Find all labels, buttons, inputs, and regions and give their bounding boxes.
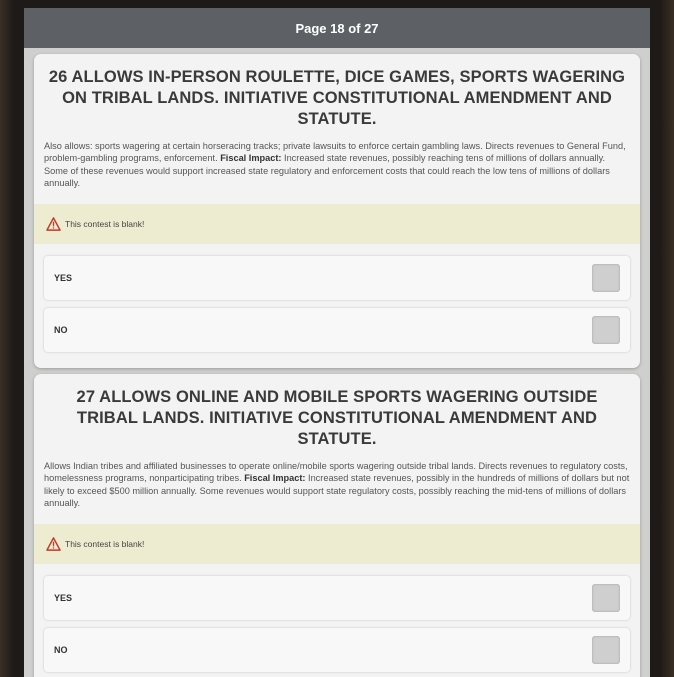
warning-text: This contest is blank! (65, 538, 145, 549)
blank-contest-warning: This contest is blank! (34, 203, 640, 244)
ballot-screen: Page 18 of 27 26 ALLOWS IN-PERSON ROULET… (24, 8, 650, 677)
contest-description: Also allows: sports wagering at certain … (44, 141, 626, 189)
warning-icon (46, 216, 61, 231)
option-label: NO (54, 644, 68, 655)
option-checkbox[interactable] (592, 635, 620, 664)
page-indicator-bar: Page 18 of 27 (24, 8, 650, 48)
option-label: YES (54, 592, 73, 603)
blank-contest-warning: This contest is blank! (34, 523, 640, 564)
page-indicator: Page 18 of 27 (295, 20, 379, 36)
option-checkbox[interactable] (592, 315, 620, 344)
option-no[interactable]: NO (44, 627, 630, 672)
contest-title: 27 ALLOWS ONLINE AND MOBILE SPORTS WAGER… (76, 388, 598, 448)
option-yes[interactable]: YES (44, 255, 630, 300)
contest-title: 26 ALLOWS IN-PERSON ROULETTE, DICE GAMES… (48, 68, 626, 128)
option-label: NO (54, 324, 68, 335)
contest-description: Allows Indian tribes and affiliated busi… (44, 461, 630, 509)
option-checkbox[interactable] (592, 583, 620, 612)
contest-card-27: 27 ALLOWS ONLINE AND MOBILE SPORTS WAGER… (34, 374, 640, 677)
option-checkbox[interactable] (592, 263, 620, 292)
option-label: YES (54, 272, 73, 283)
contest-card-26: 26 ALLOWS IN-PERSON ROULETTE, DICE GAMES… (34, 54, 640, 368)
warning-icon (46, 536, 61, 551)
warning-text: This contest is blank! (65, 218, 145, 229)
option-yes[interactable]: YES (44, 575, 630, 620)
option-no[interactable]: NO (44, 307, 630, 352)
